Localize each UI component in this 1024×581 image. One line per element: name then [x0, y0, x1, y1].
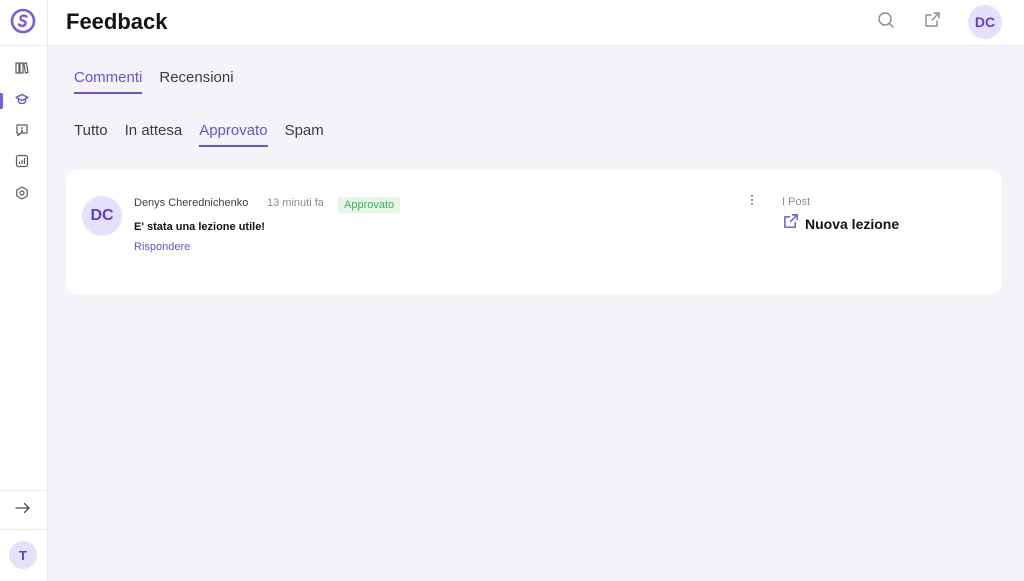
filter-tutto[interactable]: Tutto [74, 122, 108, 147]
sidebar-active-indicator [0, 93, 3, 109]
sidebar-divider [0, 45, 48, 46]
filter-approvato[interactable]: Approvato [199, 122, 268, 147]
header-user-avatar[interactable]: DC [968, 5, 1002, 39]
status-badge: Approvato [338, 197, 401, 213]
external-link-icon [782, 213, 799, 235]
page-title: Feedback [66, 9, 168, 34]
filter-in-attesa[interactable]: In attesa [125, 122, 183, 147]
search-button[interactable] [875, 11, 897, 33]
library-icon [15, 61, 29, 80]
open-external-button[interactable] [921, 11, 943, 33]
user-avatar[interactable]: T [9, 541, 37, 569]
search-icon [877, 11, 895, 34]
comment-text: E' stata una lezione utile! [134, 221, 265, 233]
sidebar: T [0, 0, 48, 581]
comment-card: DC Denys Cherednichenko 13 minuti fa App… [66, 169, 1002, 295]
settings-hex-icon [15, 185, 29, 205]
logo-icon[interactable] [10, 8, 36, 34]
filter-spam[interactable]: Spam [285, 122, 324, 147]
post-title: Nuova lezione [805, 216, 900, 232]
content-tabs: Commenti Recensioni [74, 69, 234, 94]
comment-author-avatar: DC [82, 196, 122, 236]
post-label: I Post [782, 196, 811, 208]
reply-link[interactable]: Rispondere [134, 241, 190, 253]
sidebar-divider [0, 490, 48, 491]
chart-icon [15, 154, 29, 173]
tab-recensioni[interactable]: Recensioni [159, 69, 233, 94]
sidebar-item-library[interactable] [12, 60, 32, 80]
post-link[interactable]: Nuova lezione [782, 213, 899, 235]
sidebar-item-settings[interactable] [12, 185, 32, 205]
sidebar-item-analytics[interactable] [12, 153, 32, 173]
sidebar-collapse-button[interactable] [12, 501, 34, 519]
sidebar-item-feedback[interactable] [12, 122, 32, 142]
comment-menu-button[interactable] [748, 193, 756, 211]
more-vertical-icon [750, 193, 754, 211]
comment-timestamp: 13 minuti fa [267, 197, 324, 209]
feedback-icon [15, 123, 29, 142]
graduation-cap-icon [15, 92, 29, 111]
external-link-icon [923, 11, 941, 34]
status-filters: Tutto In attesa Approvato Spam [74, 122, 324, 147]
tab-commenti[interactable]: Commenti [74, 69, 143, 94]
arrow-right-icon [15, 501, 31, 519]
sidebar-divider [0, 529, 48, 530]
header: Feedback DC [48, 0, 1024, 46]
comment-author-name: Denys Cherednichenko [134, 197, 249, 209]
sidebar-item-courses[interactable] [12, 91, 32, 111]
